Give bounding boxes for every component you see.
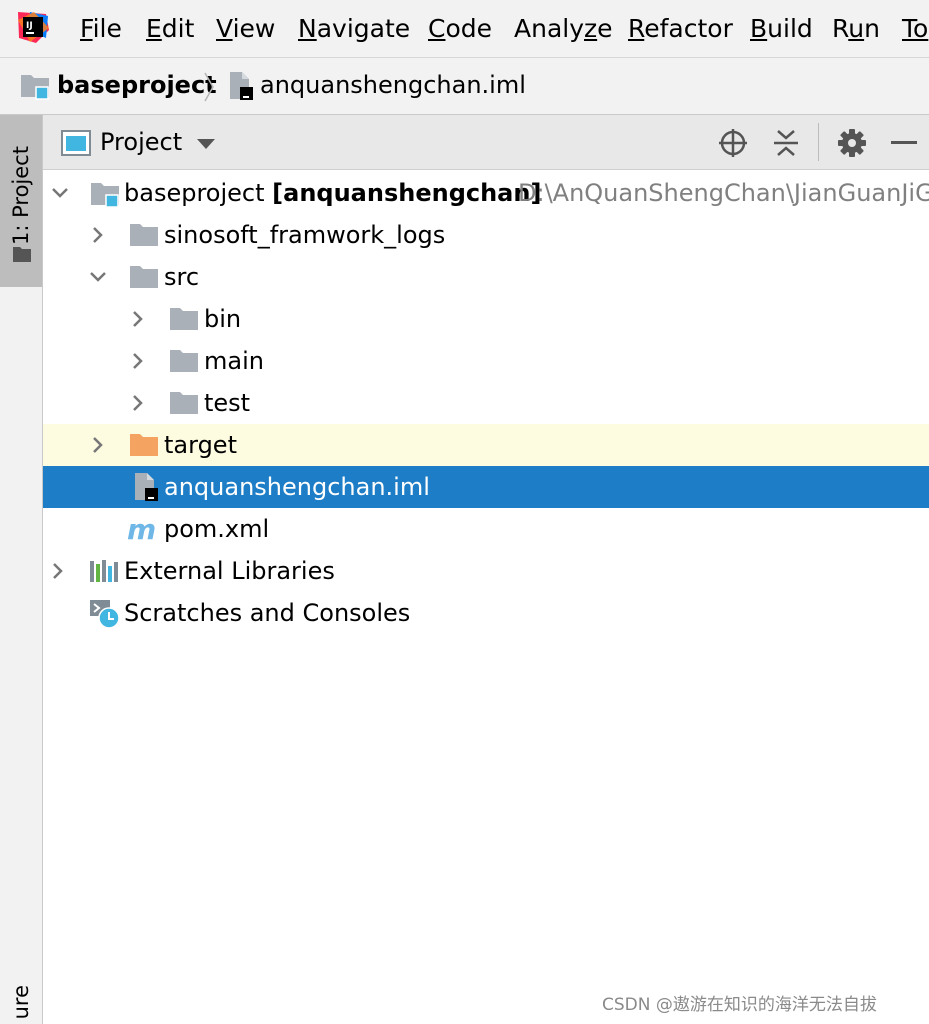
scratches-icon xyxy=(90,600,120,629)
breadcrumb-separator-icon xyxy=(204,72,214,102)
intellij-logo-icon: IJ xyxy=(18,12,49,43)
tree-node-bin[interactable]: bin xyxy=(43,298,929,340)
chevron-down-icon[interactable] xyxy=(88,267,108,287)
folder-icon xyxy=(130,224,158,246)
chevron-right-icon[interactable] xyxy=(128,309,148,329)
chevron-right-icon[interactable] xyxy=(88,435,108,455)
libraries-icon xyxy=(90,560,118,582)
svg-text:m: m xyxy=(127,517,156,543)
project-tab-label: 1: Project xyxy=(9,146,33,245)
chevron-down-icon[interactable] xyxy=(196,137,216,151)
menu-build[interactable]: Build xyxy=(750,13,813,45)
chevron-right-icon[interactable] xyxy=(48,561,68,581)
excluded-folder-icon xyxy=(130,434,158,456)
project-tool-header: Project xyxy=(43,115,929,170)
module-folder-icon xyxy=(21,75,49,100)
menu-analyze[interactable]: Analyze xyxy=(514,13,613,45)
tree-label-bin: bin xyxy=(204,305,242,333)
iml-file-icon xyxy=(135,473,158,501)
menu-refactor[interactable]: Refactor xyxy=(628,13,733,45)
menu-code[interactable]: Code xyxy=(428,13,492,45)
collapse-all-icon[interactable] xyxy=(772,128,800,158)
project-tool-tab[interactable]: 1: Project xyxy=(0,115,42,287)
folder-icon xyxy=(170,350,198,372)
tree-node-logs[interactable]: sinosoft_framwork_logs xyxy=(43,214,929,256)
folder-icon xyxy=(170,308,198,330)
root-label: baseproject [anquanshengchan] xyxy=(124,178,541,208)
tree-node-iml[interactable]: anquanshengchan.iml xyxy=(43,466,929,508)
breadcrumb-project[interactable]: baseproject xyxy=(57,70,217,100)
chevron-right-icon[interactable] xyxy=(128,351,148,371)
tree-label-scratches: Scratches and Consoles xyxy=(124,599,411,627)
menu-bar: IJ File Edit View Navigate Code Analyze … xyxy=(0,0,929,58)
tree-node-main[interactable]: main xyxy=(43,340,929,382)
tree-node-root[interactable]: baseproject [anquanshengchan] D:\AnQuanS… xyxy=(43,172,929,214)
folder-icon xyxy=(130,266,158,288)
project-view-icon xyxy=(61,130,91,156)
tree-node-libraries[interactable]: External Libraries xyxy=(43,550,929,592)
menu-run[interactable]: Run xyxy=(832,13,880,45)
tree-label-src: src xyxy=(164,263,200,291)
tree-node-test[interactable]: test xyxy=(43,382,929,424)
tree-node-scratches[interactable]: Scratches and Consoles xyxy=(43,592,929,634)
tree-label-iml: anquanshengchan.iml xyxy=(164,473,430,501)
chevron-down-icon[interactable] xyxy=(50,183,70,203)
menu-file[interactable]: File xyxy=(80,13,122,45)
svg-text:IJ: IJ xyxy=(26,21,33,31)
navigation-bar: baseproject anquanshengchan.iml xyxy=(0,58,929,115)
tree-node-target[interactable]: target xyxy=(43,424,929,466)
menu-view[interactable]: View xyxy=(216,13,275,45)
locate-icon[interactable] xyxy=(718,128,748,158)
project-tree: baseproject [anquanshengchan] D:\AnQuanS… xyxy=(43,172,929,1012)
gear-icon[interactable] xyxy=(837,128,867,158)
tree-label-test: test xyxy=(204,389,251,417)
tree-label-main: main xyxy=(204,347,264,375)
minimize-icon[interactable] xyxy=(891,140,917,146)
root-project-name: baseproject xyxy=(124,179,265,207)
menu-tools[interactable]: To xyxy=(902,13,928,45)
tree-label-libraries: External Libraries xyxy=(124,557,335,585)
maven-icon: m xyxy=(127,517,156,543)
breadcrumb-file[interactable]: anquanshengchan.iml xyxy=(260,70,526,100)
root-module-name: [anquanshengchan] xyxy=(272,179,542,207)
watermark: CSDN @遨游在知识的海洋无法自拔 xyxy=(602,995,877,1015)
menu-edit[interactable]: Edit xyxy=(146,13,194,45)
tree-label-logs: sinosoft_framwork_logs xyxy=(164,221,446,249)
chevron-right-icon[interactable] xyxy=(128,393,148,413)
menu-navigate[interactable]: Navigate xyxy=(298,13,410,45)
iml-file-icon xyxy=(230,72,253,100)
folder-icon xyxy=(170,392,198,414)
tree-node-pom[interactable]: m pom.xml xyxy=(43,508,929,550)
folder-icon xyxy=(13,247,31,262)
structure-tool-tab[interactable]: ure xyxy=(8,985,34,1019)
left-tool-stripe: 1: Project ure xyxy=(0,115,43,1024)
tool-window-title[interactable]: Project xyxy=(100,127,182,157)
tree-node-src[interactable]: src xyxy=(43,256,929,298)
chevron-right-icon[interactable] xyxy=(88,225,108,245)
header-divider xyxy=(818,123,819,161)
tree-label-target: target xyxy=(164,431,237,459)
module-folder-icon xyxy=(91,183,119,208)
root-path: D:\AnQuanShengChan\JianGuanJiG xyxy=(518,179,929,207)
tree-label-pom: pom.xml xyxy=(164,515,270,543)
